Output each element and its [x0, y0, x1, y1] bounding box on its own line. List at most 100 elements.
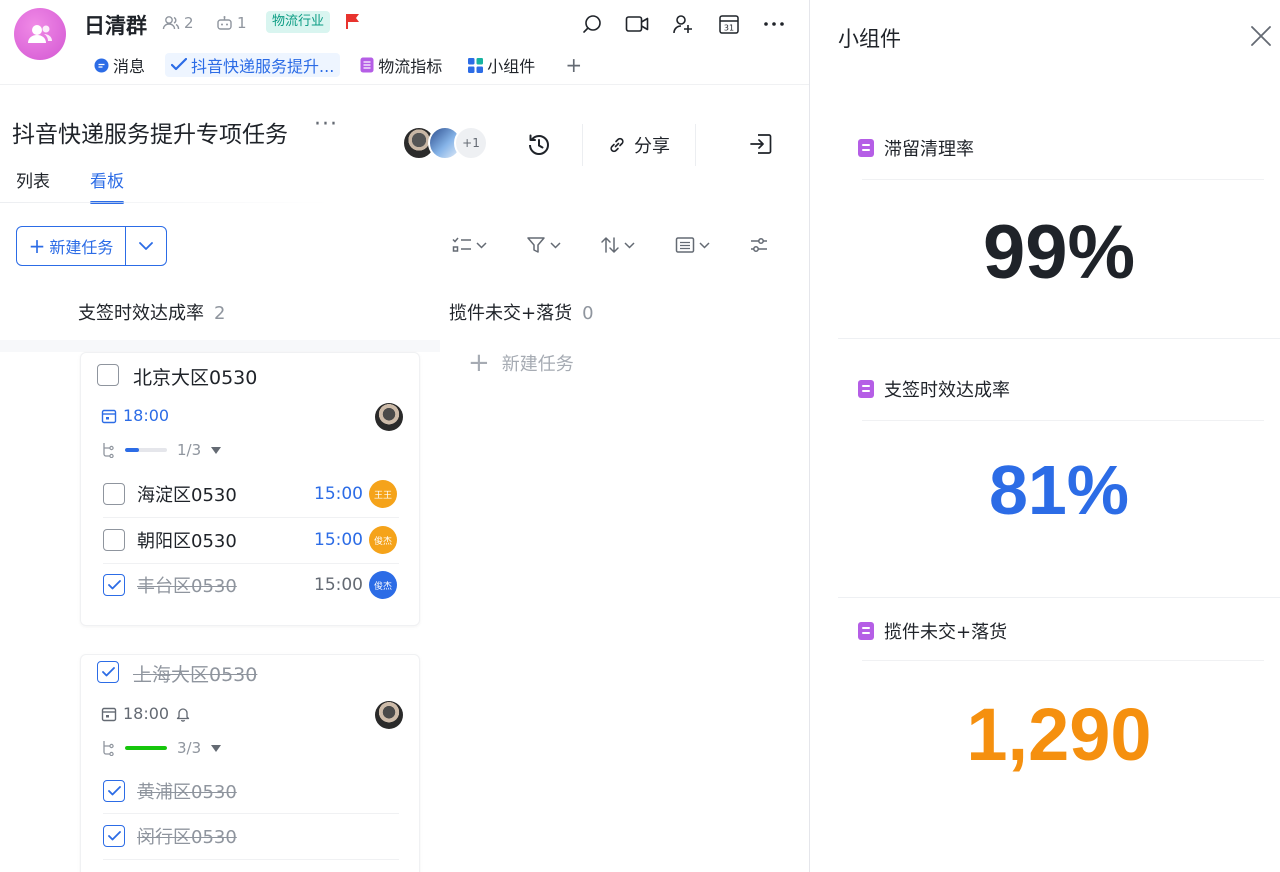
- subtask-divider: [103, 813, 399, 814]
- task-card[interactable]: 上海大区0530 18:00 3/3 黄浦区0530 闵行区0530: [80, 654, 420, 872]
- group-by-tool[interactable]: [675, 236, 710, 254]
- column-count: 0: [582, 303, 594, 324]
- plus-icon: +: [468, 348, 490, 378]
- member-count[interactable]: 2: [162, 14, 194, 32]
- assignee-avatar[interactable]: [375, 403, 403, 431]
- tab-list[interactable]: 列表: [16, 167, 50, 204]
- new-task-dropdown[interactable]: [126, 227, 166, 265]
- exit-panel-icon[interactable]: [748, 132, 774, 156]
- check-icon: [107, 786, 121, 796]
- widget-title-text: 揽件未交+落货: [884, 622, 1008, 643]
- assignee-avatar[interactable]: [375, 701, 403, 729]
- widget-title: 支签时效达成率: [858, 376, 1010, 402]
- column-header[interactable]: 揽件未交+落货 0: [449, 299, 594, 325]
- subtask-checkbox-checked[interactable]: [103, 780, 125, 802]
- subtask-progress[interactable]: 1/3: [101, 441, 222, 459]
- doc-icon: [858, 380, 874, 398]
- subtask-checkbox[interactable]: [103, 529, 125, 551]
- tabs-divider: [0, 202, 330, 203]
- subtask-avatar[interactable]: 俊杰: [369, 571, 397, 599]
- column-add-task[interactable]: + 新建任务: [468, 350, 574, 376]
- subtask-avatar[interactable]: 王王: [369, 480, 397, 508]
- subtask-checkbox-checked[interactable]: [103, 574, 125, 596]
- add-member-icon[interactable]: [671, 12, 695, 36]
- flag-icon[interactable]: [344, 12, 362, 30]
- tab-label: 小组件: [487, 57, 536, 76]
- calendar-icon[interactable]: 31: [717, 12, 741, 36]
- chevron-down-icon: [624, 241, 635, 249]
- settings-tool[interactable]: [749, 236, 769, 254]
- filter-icon: [527, 237, 545, 253]
- video-call-icon[interactable]: [625, 12, 649, 36]
- doc-icon: [858, 622, 874, 640]
- subtask-divider: [103, 563, 399, 564]
- subtask-name: 闵行区0530: [137, 827, 237, 848]
- column-title: 支签时效达成率: [78, 303, 204, 324]
- sort-tool[interactable]: [600, 236, 635, 254]
- bot-count[interactable]: 1: [216, 14, 247, 32]
- caret-down-icon[interactable]: [211, 744, 222, 752]
- progress-text: 3/3: [177, 739, 202, 757]
- progress-fill: [125, 746, 167, 750]
- project-members[interactable]: +1: [402, 126, 488, 160]
- subtask-checkbox-checked[interactable]: [103, 825, 125, 847]
- tab-widgets[interactable]: 小组件: [462, 53, 541, 77]
- subtask-icon: [103, 741, 114, 756]
- task-card[interactable]: 北京大区0530 18:00 1/3 海淀区0530 15:00 王王 朝阳区0…: [80, 352, 420, 626]
- widget-card[interactable]: 支签时效达成率 81%: [838, 366, 1280, 586]
- history-icon[interactable]: [526, 132, 552, 158]
- close-icon[interactable]: [1250, 25, 1272, 47]
- add-tab-icon[interactable]: +: [565, 53, 582, 77]
- member-count-text: 2: [184, 14, 194, 32]
- more-members-badge: +1: [454, 126, 488, 160]
- checklist-icon: [452, 237, 471, 252]
- chevron-down-icon: [139, 242, 153, 250]
- bell-icon: [176, 707, 190, 722]
- subtask-time: 15:00: [314, 530, 363, 550]
- widget-card[interactable]: 揽件未交+落货 1,290: [838, 608, 1280, 828]
- checklist-filter-tool[interactable]: [452, 236, 487, 254]
- widget-value: 99%: [982, 210, 1136, 295]
- calendar-icon: [101, 409, 117, 423]
- project-more-icon[interactable]: ···: [314, 112, 338, 137]
- task-check-icon: [171, 58, 188, 71]
- share-button[interactable]: 分享: [582, 124, 696, 166]
- task-due[interactable]: 18:00: [101, 704, 191, 723]
- column-header[interactable]: 支签时效达成率 2: [78, 299, 225, 325]
- chevron-down-icon: [550, 241, 561, 249]
- tab-label: 物流指标: [378, 57, 443, 76]
- new-task-button[interactable]: + 新建任务: [16, 226, 167, 266]
- link-icon: [610, 137, 624, 153]
- tab-messages[interactable]: 消息: [88, 53, 151, 77]
- subtask-checkbox[interactable]: [103, 483, 125, 505]
- check-icon: [107, 831, 121, 841]
- tab-logistics-metrics[interactable]: 物流指标: [354, 53, 448, 77]
- caret-down-icon[interactable]: [211, 446, 222, 454]
- task-due[interactable]: 18:00: [101, 406, 169, 425]
- subtask-divider: [103, 859, 399, 860]
- widget-separator: [838, 338, 1280, 339]
- more-icon[interactable]: [762, 12, 786, 36]
- subtask-progress[interactable]: 3/3: [101, 739, 222, 757]
- members-icon: [162, 16, 180, 30]
- tab-kanban[interactable]: 看板: [90, 167, 124, 204]
- widget-separator: [838, 597, 1280, 598]
- widget-divider: [862, 420, 1264, 421]
- subtask-avatar[interactable]: 俊杰: [369, 526, 397, 554]
- calendar-icon: [101, 707, 117, 721]
- share-label: 分享: [634, 136, 670, 157]
- widget-card[interactable]: 滞留清理率 99%: [838, 125, 1280, 325]
- tab-project-task[interactable]: 抖音快递服务提升...: [165, 53, 341, 77]
- list-view-icon: [675, 237, 695, 253]
- new-task-main[interactable]: + 新建任务: [17, 227, 126, 265]
- doc-icon: [858, 139, 874, 157]
- task-checkbox[interactable]: [97, 364, 119, 386]
- group-people-icon: [28, 25, 52, 43]
- column-count: 2: [214, 303, 226, 324]
- search-icon[interactable]: [580, 12, 604, 36]
- filter-tool[interactable]: [526, 236, 561, 254]
- group-avatar[interactable]: [14, 8, 66, 60]
- progress-text: 1/3: [177, 441, 202, 459]
- widget-value: 81%: [988, 451, 1130, 529]
- task-checkbox-checked[interactable]: [97, 661, 119, 683]
